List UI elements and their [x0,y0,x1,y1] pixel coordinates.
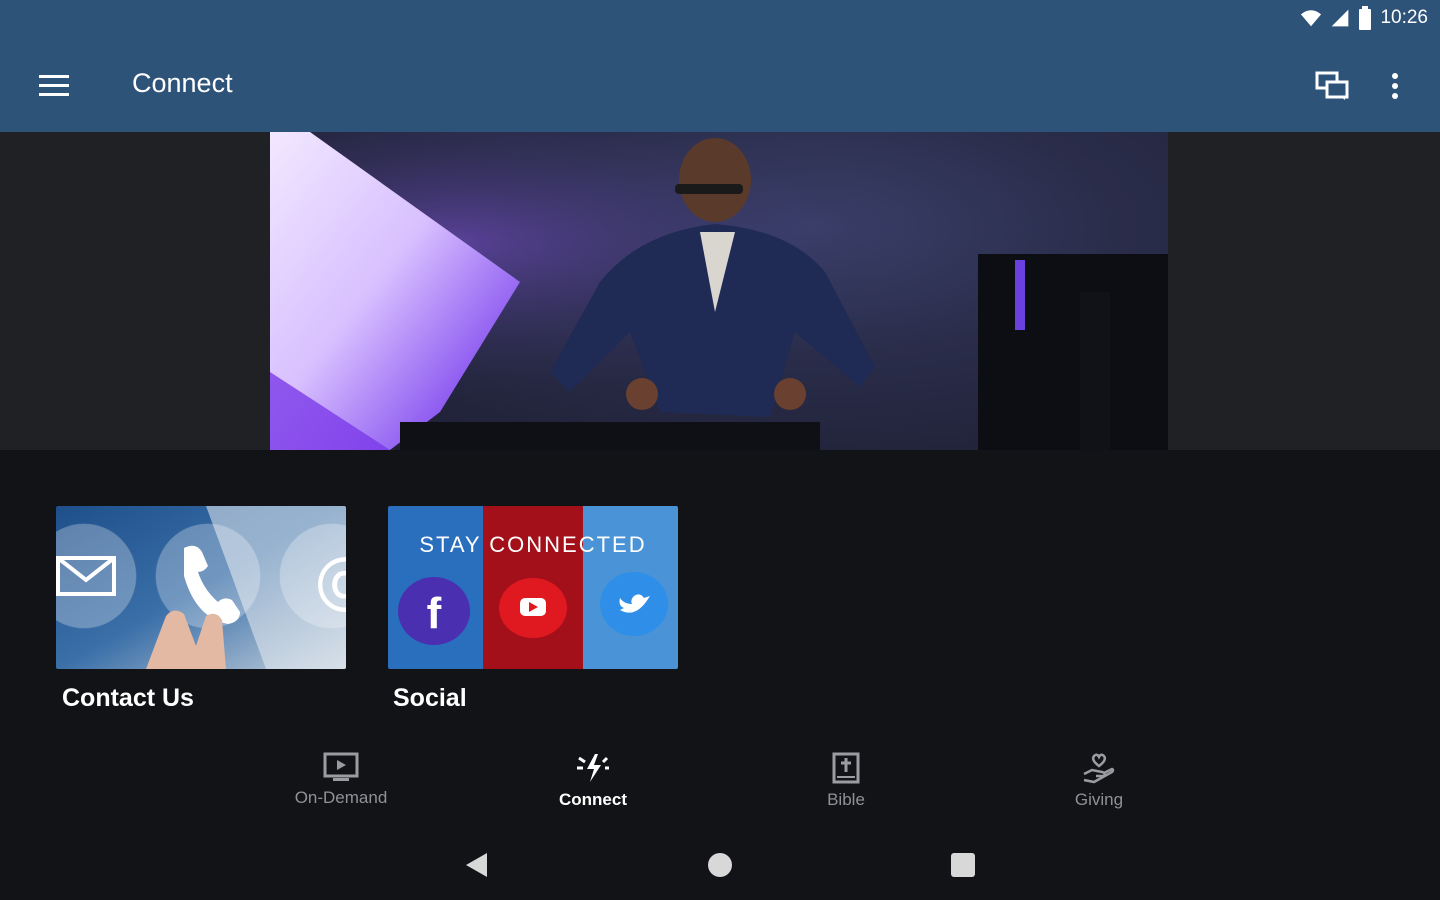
nav-bible-label: Bible [827,790,865,809]
twitter-icon [600,572,668,636]
contact-us-label: Contact Us [62,684,194,712]
more-vert-icon [1392,73,1398,99]
nav-on-demand-label: On-Demand [294,788,388,807]
nav-bible[interactable]: Bible [776,752,916,824]
giving-hand-icon [1083,753,1115,784]
youtube-icon [499,578,567,638]
social-card[interactable]: STAY CONNECTED f Social [388,506,678,712]
status-bar: 10:26 [0,0,1440,40]
hero-image [270,132,1168,450]
connect-spark-icon [577,754,609,782]
bible-icon [832,752,860,784]
hamburger-menu-button[interactable] [26,62,82,110]
signal-icon [1332,9,1349,27]
contact-us-card[interactable]: @ Contact Us [56,506,346,712]
back-icon [466,853,487,877]
svg-text:f: f [427,589,442,638]
system-back-button[interactable] [446,840,506,890]
social-label: Social [393,684,467,712]
nav-giving[interactable]: Giving [1029,752,1169,824]
at-icon: @ [314,543,346,616]
system-home-button[interactable] [690,840,750,890]
status-time: 10:26 [1380,7,1428,28]
stay-connected-banner: STAY CONNECTED [419,532,646,557]
home-icon [708,853,732,877]
battery-icon [1359,6,1372,30]
recents-icon [951,853,975,877]
hamburger-menu-icon [39,75,69,96]
nav-giving-label: Giving [1074,790,1124,809]
nav-connect[interactable]: Connect [523,752,663,824]
page-title: Connect [132,68,233,98]
wifi-icon [1301,10,1322,27]
social-thumbnail: STAY CONNECTED f [388,506,678,669]
status-icons: 10:26 [1300,6,1428,30]
nav-connect-label: Connect [559,790,627,809]
chat-icon [1315,71,1349,100]
more-options-button[interactable] [1372,60,1418,112]
tv-play-icon [323,752,359,781]
nav-on-demand[interactable]: On-Demand [271,752,411,824]
app-bar: Connect [0,40,1440,132]
facebook-icon: f [398,577,470,645]
chat-button[interactable] [1306,60,1358,112]
system-recents-button[interactable] [933,840,993,890]
contact-us-thumbnail: @ [56,506,346,669]
